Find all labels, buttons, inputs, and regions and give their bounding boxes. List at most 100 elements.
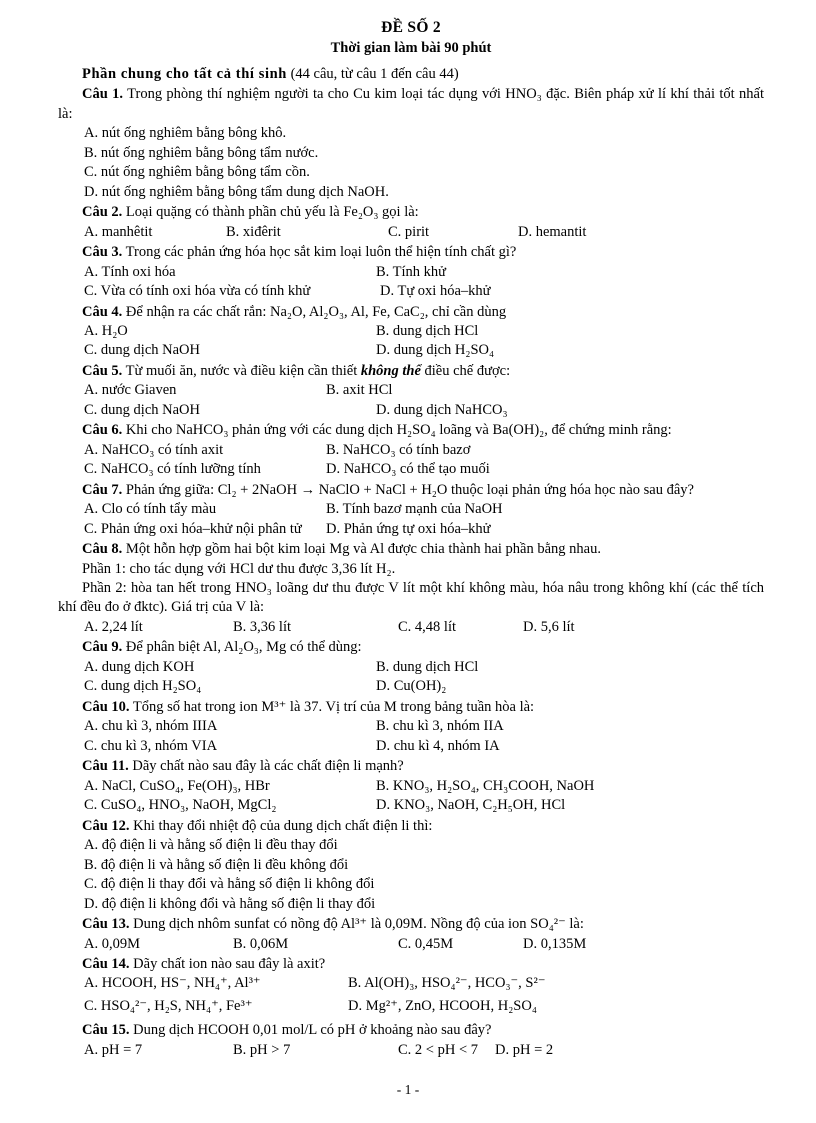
option-row: B. nút ống nghiêm bằng bông tẩm nước. bbox=[58, 144, 764, 164]
option-a[interactable]: A. Clo có tính tẩy màu bbox=[84, 500, 216, 519]
question-text: Loại quặng có thành phần chủ yếu là Fe₂O… bbox=[125, 204, 419, 221]
option-b[interactable]: B. 0,06M bbox=[233, 935, 288, 954]
option-c[interactable]: C. 0,45M bbox=[398, 935, 453, 954]
option-b[interactable]: B. NaHCO₃ có tính bazơ bbox=[326, 441, 470, 460]
question-options: A. pH = 7 B. pH > 7 C. 2 < pH < 7 D. pH … bbox=[58, 1041, 764, 1061]
option-c[interactable]: C. dung dịch H₂SO₄ bbox=[84, 677, 201, 696]
question-options: A. chu kì 3, nhóm IIIA B. chu kì 3, nhóm… bbox=[58, 717, 764, 756]
question-text: Dãy chất ion nào sau đây là axit? bbox=[133, 956, 326, 973]
option-row: C. độ điện li thay đổi và hằng số điện l… bbox=[58, 875, 764, 895]
option-a[interactable]: A. nút ống nghiêm bằng bông khô. bbox=[84, 124, 286, 143]
option-c[interactable]: C. HSO₄²⁻, H₂S, NH₄⁺, Fe³⁺ bbox=[84, 997, 252, 1016]
option-row: A. 0,09M B. 0,06M C. 0,45M D. 0,135M bbox=[58, 935, 764, 955]
page-title: ĐỀ SỐ 2 bbox=[381, 19, 441, 36]
option-c[interactable]: C. độ điện li thay đổi và hằng số điện l… bbox=[84, 875, 374, 894]
question-options: A. độ điện li và hằng số điện li đều tha… bbox=[58, 836, 764, 914]
option-c[interactable]: C. NaHCO₃ có tính lưỡng tính bbox=[84, 460, 261, 479]
option-b[interactable]: B. xiđêrit bbox=[226, 223, 281, 242]
option-b[interactable]: B. nút ống nghiêm bằng bông tẩm nước. bbox=[84, 144, 318, 163]
option-d[interactable]: D. 5,6 lít bbox=[523, 618, 575, 637]
option-c[interactable]: C. 2 < pH < 7 bbox=[398, 1041, 478, 1060]
option-c[interactable]: C. chu kì 3, nhóm VIA bbox=[84, 737, 217, 756]
question-text: Một hỗn hợp gồm hai bột kim loại Mg và A… bbox=[125, 541, 601, 558]
option-b[interactable]: B. 3,36 lít bbox=[233, 618, 291, 637]
question-stem: Câu 11. Dãy chất nào sau đây là các chất… bbox=[58, 757, 764, 776]
option-d[interactable]: D. chu kì 4, nhóm IA bbox=[376, 737, 500, 756]
option-b[interactable]: B. chu kì 3, nhóm IIA bbox=[376, 717, 504, 736]
question-number: Câu 2. bbox=[82, 204, 123, 221]
question-text: Dung dịch HCOOH 0,01 mol/L có pH ở khoản… bbox=[133, 1022, 492, 1039]
section-heading-bold: Phần chung cho tất cả thí sinh bbox=[82, 66, 287, 83]
question-number: Câu 12. bbox=[82, 817, 130, 834]
option-row: A. nút ống nghiêm bằng bông khô. bbox=[58, 124, 764, 144]
option-d[interactable]: D. hemantit bbox=[518, 223, 586, 242]
option-a[interactable]: A. NaCl, CuSO₄, Fe(OH)₃, HBr bbox=[84, 777, 270, 796]
option-c[interactable]: C. dung dịch NaOH bbox=[84, 401, 200, 420]
option-d[interactable]: D. độ điện li không đổi và hằng số điện … bbox=[84, 895, 375, 914]
option-d[interactable]: D. KNO₃, NaOH, C₂H₅OH, HCl bbox=[376, 796, 565, 815]
option-d[interactable]: D. Phản ứng tự oxi hóa–khử bbox=[326, 520, 491, 539]
option-c[interactable]: C. Phản ứng oxi hóa–khử nội phân tử bbox=[84, 520, 302, 539]
option-a[interactable]: A. HCOOH, HS⁻, NH₄⁺, Al³⁺ bbox=[84, 974, 261, 993]
option-d[interactable]: D. NaHCO₃ có thể tạo muối bbox=[326, 460, 490, 479]
question-text: Dung dịch nhôm sunfat có nồng độ Al³⁺ là… bbox=[133, 916, 584, 933]
option-b[interactable]: B. Tính khử bbox=[376, 263, 446, 282]
option-b[interactable]: B. KNO₃, H₂SO₄, CH₃COOH, NaOH bbox=[376, 777, 594, 796]
question-text: Dãy chất nào sau đây là các chất điện li… bbox=[132, 758, 404, 775]
question-stem: Câu 1. Trong phòng thí nghiệm người ta c… bbox=[58, 85, 764, 124]
option-c[interactable]: C. dung dịch NaOH bbox=[84, 341, 200, 360]
option-a[interactable]: A. NaHCO₃ có tính axit bbox=[84, 441, 223, 460]
option-row: A. pH = 7 B. pH > 7 C. 2 < pH < 7 D. pH … bbox=[58, 1041, 764, 1061]
option-b[interactable]: B. pH > 7 bbox=[233, 1041, 290, 1060]
question-number: Câu 3. bbox=[82, 244, 123, 261]
option-c[interactable]: C. nút ống nghiêm bằng bông tẩm cồn. bbox=[84, 163, 310, 182]
option-b[interactable]: B. axit HCl bbox=[326, 381, 392, 400]
option-d[interactable]: D. 0,135M bbox=[523, 935, 586, 954]
question-stem: Câu 6. Khi cho NaHCO₃ phản ứng với các d… bbox=[58, 421, 764, 440]
option-a[interactable]: A. H₂O bbox=[84, 322, 128, 341]
option-row: D. độ điện li không đổi và hằng số điện … bbox=[58, 895, 764, 915]
option-a[interactable]: A. độ điện li và hằng số điện li đều tha… bbox=[84, 836, 338, 855]
option-row: B. độ điện li và hằng số điện li đều khô… bbox=[58, 856, 764, 876]
question-number: Câu 10. bbox=[82, 698, 130, 715]
option-b[interactable]: B. dung dịch HCl bbox=[376, 658, 478, 677]
option-d[interactable]: D. Tự oxi hóa–khử bbox=[380, 282, 491, 301]
question-options: A. manhêtit B. xiđêrit C. pirit D. heman… bbox=[58, 223, 764, 243]
option-row: A. H₂O B. dung dịch HCl bbox=[58, 322, 764, 342]
option-row: A. Clo có tính tẩy màu B. Tính bazơ mạnh… bbox=[58, 500, 764, 520]
option-a[interactable]: A. 2,24 lít bbox=[84, 618, 143, 637]
option-d[interactable]: D. dung dịch H₂SO₄ bbox=[376, 341, 494, 360]
option-row: C. dung dịch H₂SO₄ D. Cu(OH)₂ bbox=[58, 677, 764, 697]
option-d[interactable]: D. pH = 2 bbox=[495, 1041, 553, 1060]
question-stem: Câu 3. Trong các phản ứng hóa học sắt ki… bbox=[58, 243, 764, 262]
option-d[interactable]: D. Mg²⁺, ZnO, HCOOH, H₂SO₄ bbox=[348, 997, 537, 1016]
option-b[interactable]: B. Al(OH)₃, HSO₄²⁻, HCO₃⁻, S²⁻ bbox=[348, 974, 545, 993]
option-row: A. chu kì 3, nhóm IIIA B. chu kì 3, nhóm… bbox=[58, 717, 764, 737]
option-c[interactable]: C. Vừa có tính oxi hóa vừa có tính khử bbox=[84, 282, 310, 301]
question-number: Câu 4. bbox=[82, 303, 123, 320]
option-a[interactable]: A. Tính oxi hóa bbox=[84, 263, 176, 282]
question-text: Khi thay đổi nhiệt độ của dung dịch chất… bbox=[133, 817, 433, 834]
option-a[interactable]: A. nước Giaven bbox=[84, 381, 176, 400]
option-b[interactable]: B. dung dịch HCl bbox=[376, 322, 478, 341]
option-a[interactable]: A. dung dịch KOH bbox=[84, 658, 194, 677]
option-c[interactable]: C. CuSO₄, HNO₃, NaOH, MgCl₂ bbox=[84, 796, 276, 815]
option-c[interactable]: C. 4,48 lít bbox=[398, 618, 456, 637]
option-a[interactable]: A. chu kì 3, nhóm IIIA bbox=[84, 717, 217, 736]
option-d[interactable]: D. nút ống nghiêm bằng bông tẩm dung dịc… bbox=[84, 183, 389, 202]
question-text: Để phân biệt Al, Al₂O₃, Mg có thể dùng: bbox=[125, 639, 362, 656]
option-d[interactable]: D. dung dịch NaHCO₃ bbox=[376, 401, 508, 420]
question-number: Câu 7. bbox=[82, 481, 123, 498]
option-a[interactable]: A. pH = 7 bbox=[84, 1041, 142, 1060]
question-stem: Câu 7. Phản ứng giữa: Cl₂ + 2NaOH → NaCl… bbox=[58, 481, 764, 500]
question-number: Câu 5. bbox=[82, 362, 123, 379]
option-row: A. độ điện li và hằng số điện li đều tha… bbox=[58, 836, 764, 856]
option-d[interactable]: D. Cu(OH)₂ bbox=[376, 677, 446, 696]
option-a[interactable]: A. manhêtit bbox=[84, 223, 152, 242]
question-stem: Câu 14. Dãy chất ion nào sau đây là axit… bbox=[58, 955, 764, 974]
option-row: A. dung dịch KOH B. dung dịch HCl bbox=[58, 658, 764, 678]
option-c[interactable]: C. pirit bbox=[388, 223, 429, 242]
option-b[interactable]: B. Tính bazơ mạnh của NaOH bbox=[326, 500, 503, 519]
option-a[interactable]: A. 0,09M bbox=[84, 935, 140, 954]
option-b[interactable]: B. độ điện li và hằng số điện li đều khô… bbox=[84, 856, 348, 875]
